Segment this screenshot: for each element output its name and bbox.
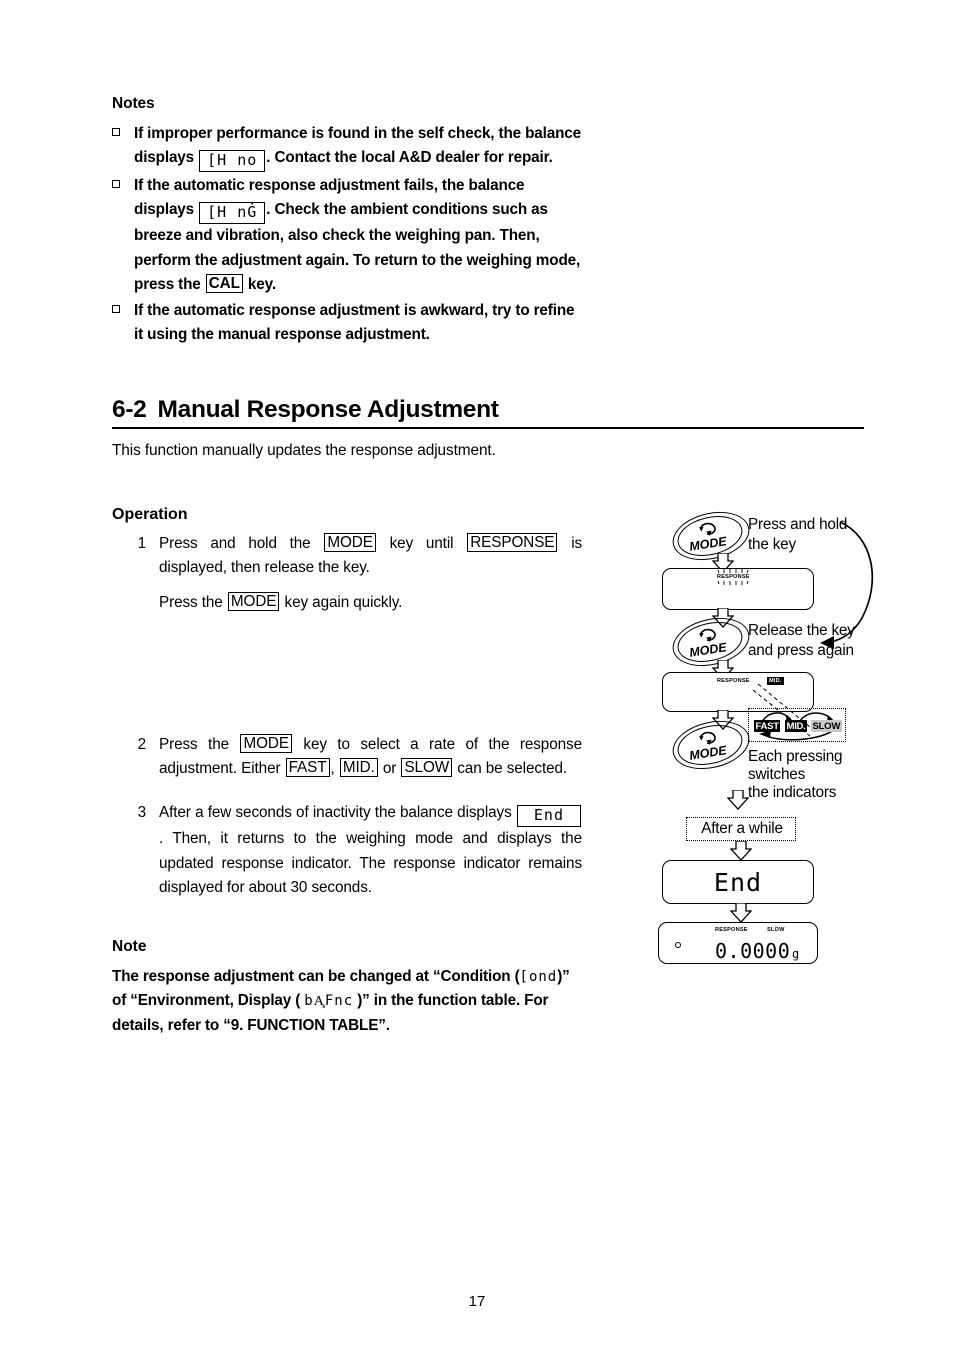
- cycle-arrow-icon: [699, 731, 716, 745]
- note-bullet-3: If the automatic response adjustment is …: [112, 299, 582, 347]
- operation-flow-diagram: MODE Press and hold the key RESPONSE MOD…: [640, 500, 900, 980]
- rate-indicator-group: FAST MID. SLOW: [748, 708, 846, 742]
- step-2-text-e: can be selected.: [457, 760, 568, 778]
- indicator-slow: SLOW: [767, 927, 785, 933]
- note-text-a: The response adjustment can be changed a…: [112, 968, 520, 985]
- operation-step-2: 2 Press the MODE key to select a rate of…: [112, 733, 582, 782]
- rate-chip-fast: FAST: [754, 720, 781, 732]
- note-bullet-2: If the automatic response adjustment fai…: [112, 174, 582, 297]
- key-mode: MODE: [227, 591, 280, 611]
- note-bullet-1: If improper performance is found in the …: [112, 122, 582, 173]
- caption-each-pressing-line2: switches: [748, 766, 806, 783]
- lcd-end-value: End: [713, 868, 763, 897]
- after-a-while-box: After a while: [686, 817, 796, 841]
- note-bullet-3-text: If the automatic response adjustment is …: [134, 302, 575, 344]
- caption-each-pressing-line1: Each pressing: [748, 748, 843, 765]
- step-3-text-a: After a few seconds of inactivity the ba…: [159, 804, 512, 822]
- caption-each-pressing-line3: the indicators: [748, 784, 837, 801]
- notes-bullet-list: If improper performance is found in the …: [112, 122, 582, 347]
- down-arrow-icon: [730, 903, 752, 923]
- section-title: Manual Response Adjustment: [157, 396, 499, 423]
- caption-release-line2: and press again: [748, 642, 854, 659]
- step-3-text-b: . Then, it returns to the weighing mode …: [159, 830, 582, 897]
- notes-heading: Notes: [112, 95, 155, 112]
- rate-chip-slow: SLOW: [811, 720, 842, 732]
- step-number: 1: [137, 535, 147, 552]
- blink-marks-icon: [717, 569, 749, 585]
- display-panel-weight: RESPONSE SLOW 0.0000 g: [658, 922, 818, 964]
- bottom-note-heading: Note: [112, 938, 147, 955]
- key-response: RESPONSE: [467, 533, 558, 552]
- rate-chip-mid: MID.: [785, 720, 808, 732]
- indicator-response: RESPONSE: [715, 927, 748, 933]
- cycle-arrow-icon: [699, 628, 716, 642]
- step-2-text-a: Press the: [159, 735, 230, 753]
- step-1-text-a: Press and hold the: [159, 535, 311, 552]
- note-bullet-2-text-c: key.: [247, 275, 276, 293]
- caption-press-hold-line1: Press and hold: [748, 516, 848, 533]
- lcd-box-ch-no: [H no: [199, 150, 266, 173]
- lcd-text: End: [533, 806, 564, 825]
- caption-after-a-while: After a while: [701, 820, 783, 837]
- section-intro: This function manually updates the respo…: [112, 442, 496, 459]
- bullet-square-icon: [112, 180, 120, 189]
- operation-step-1-substep: Press the MODE key again quickly.: [112, 591, 582, 615]
- display-panel-end: End: [662, 860, 814, 904]
- lcd-text-basfnc: bA͓Fnc: [304, 993, 354, 1010]
- key-mode: MODE: [324, 533, 376, 552]
- down-arrow-icon: [730, 841, 752, 861]
- lcd-box-end: End: [516, 805, 581, 828]
- lcd-box-ch-ng: [H nĠ: [199, 202, 266, 225]
- section-number: 6-2: [112, 396, 147, 423]
- operation-heading: Operation: [112, 506, 188, 523]
- key-mid: MID.: [339, 758, 378, 778]
- lcd-text: [H nĠ: [207, 203, 258, 222]
- section-heading: 6-2 Manual Response Adjustment: [112, 396, 864, 429]
- bullet-square-icon: [112, 128, 120, 136]
- bottom-note-body: The response adjustment can be changed a…: [112, 965, 582, 1038]
- step-1-text-b: key until: [389, 535, 454, 552]
- cycle-arrow-icon: [699, 522, 716, 536]
- step-2-text-c: ,: [330, 760, 335, 778]
- operation-steps: 1 Press and hold the MODE key until RESP…: [112, 532, 582, 917]
- weight-value: 0.0000: [715, 939, 791, 963]
- step-number: 2: [137, 735, 147, 753]
- step-2-text-d: or: [382, 760, 397, 778]
- down-arrow-icon: [727, 790, 749, 810]
- substep-text-b: key again quickly.: [284, 593, 403, 611]
- substep-text-a: Press the: [159, 593, 223, 611]
- bullet-square-icon: [112, 305, 120, 314]
- page-number: 17: [468, 1293, 486, 1310]
- caption-press-hold-line2: the key: [748, 536, 796, 553]
- weight-unit: g: [792, 947, 800, 961]
- mode-key-2[interactable]: MODE: [667, 610, 755, 674]
- document-page: Notes If improper performance is found i…: [0, 0, 954, 1350]
- operation-step-3: 3 After a few seconds of inactivity the …: [112, 801, 583, 900]
- display-panel-1: RESPONSE: [662, 568, 814, 610]
- step-number: 3: [137, 804, 147, 822]
- lcd-text: [H no: [207, 151, 258, 170]
- key-cal: CAL: [205, 273, 243, 293]
- key-slow: SLOW: [401, 758, 453, 778]
- operation-step-1: 1 Press and hold the MODE key until RESP…: [112, 532, 582, 581]
- note-bullet-1-text-b: . Contact the local A&D dealer for repai…: [266, 149, 553, 167]
- key-fast: FAST: [285, 758, 330, 778]
- key-mode: MODE: [240, 733, 292, 753]
- mode-key-1[interactable]: MODE: [667, 504, 755, 568]
- lcd-text-cond: [ond: [519, 969, 558, 985]
- caption-release-line1: Release the key: [748, 622, 855, 639]
- mode-key-3[interactable]: MODE: [667, 713, 755, 777]
- stability-dot-icon: [675, 942, 681, 948]
